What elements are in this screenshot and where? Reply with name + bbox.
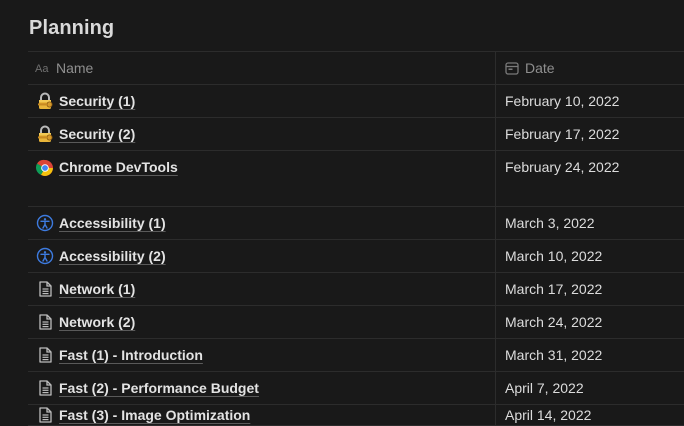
page-link[interactable]: Accessibility (1) [59,215,166,231]
column-header-date-label: Date [525,60,555,76]
name-cell[interactable]: Fast (1) - Introduction [28,339,496,371]
name-cell[interactable]: Chrome DevTools [28,151,496,206]
name-cell[interactable]: Accessibility (2) [28,240,496,272]
document-icon [36,313,54,331]
table-row[interactable]: Network (2) March 24, 2022 [28,306,684,339]
date-cell[interactable]: March 31, 2022 [496,339,684,371]
page-link[interactable]: Security (2) [59,126,135,142]
table-row[interactable]: Network (1) March 17, 2022 [28,273,684,306]
date-cell[interactable]: April 14, 2022 [496,405,684,425]
column-header-date[interactable]: Date [496,52,684,84]
date-cell[interactable]: March 3, 2022 [496,207,684,239]
accessibility-icon [36,247,54,265]
document-icon [36,280,54,298]
name-cell[interactable]: Fast (3) - Image Optimization [28,405,496,425]
date-cell[interactable]: March 17, 2022 [496,273,684,305]
table-row[interactable]: Accessibility (1) March 3, 2022 [28,207,684,240]
date-cell[interactable]: March 24, 2022 [496,306,684,338]
date-cell[interactable]: April 7, 2022 [496,372,684,404]
page-link[interactable]: Fast (3) - Image Optimization [59,407,250,423]
name-cell[interactable]: Security (2) [28,118,496,150]
document-icon [36,346,54,364]
column-header-name[interactable]: Aa Name [28,52,496,84]
table-row[interactable]: Accessibility (2) March 10, 2022 [28,240,684,273]
table-row[interactable]: Fast (3) - Image Optimization April 14, 2… [28,405,684,426]
name-cell[interactable]: Network (1) [28,273,496,305]
table-row[interactable]: Chrome DevTools February 24, 2022 [28,151,684,207]
table-header: Aa Name Date [28,52,684,85]
date-cell[interactable]: February 24, 2022 [496,151,684,206]
page-title: Planning [29,17,115,39]
column-header-name-label: Name [56,60,94,76]
name-cell[interactable]: Network (2) [28,306,496,338]
document-icon [36,379,54,397]
page-link[interactable]: Accessibility (2) [59,248,166,264]
database-table: Aa Name Date Security (1) February 10, 20… [28,51,684,426]
calendar-icon [504,60,520,76]
name-cell[interactable]: Security (1) [28,85,496,117]
table-row[interactable]: Security (2) February 17, 2022 [28,118,684,151]
page-link[interactable]: Security (1) [59,93,135,109]
page-link[interactable]: Fast (1) - Introduction [59,347,203,363]
chrome-icon [36,159,54,177]
page-link[interactable]: Network (1) [59,281,135,297]
document-icon [36,406,54,424]
svg-text:Aa: Aa [35,63,49,74]
table-row[interactable]: Fast (1) - Introduction March 31, 2022 [28,339,684,372]
date-cell[interactable]: March 10, 2022 [496,240,684,272]
date-cell[interactable]: February 17, 2022 [496,118,684,150]
table-row[interactable]: Fast (2) - Performance Budget April 7, 20… [28,372,684,405]
page-link[interactable]: Fast (2) - Performance Budget [59,380,259,396]
page-link[interactable]: Network (2) [59,314,135,330]
name-cell[interactable]: Accessibility (1) [28,207,496,239]
accessibility-icon [36,214,54,232]
lock-key-icon [36,92,54,110]
table-row[interactable]: Security (1) February 10, 2022 [28,85,684,118]
text-property-icon: Aa [35,60,51,76]
name-cell[interactable]: Fast (2) - Performance Budget [28,372,496,404]
lock-key-icon [36,125,54,143]
date-cell[interactable]: February 10, 2022 [496,85,684,117]
page-link[interactable]: Chrome DevTools [59,159,178,175]
